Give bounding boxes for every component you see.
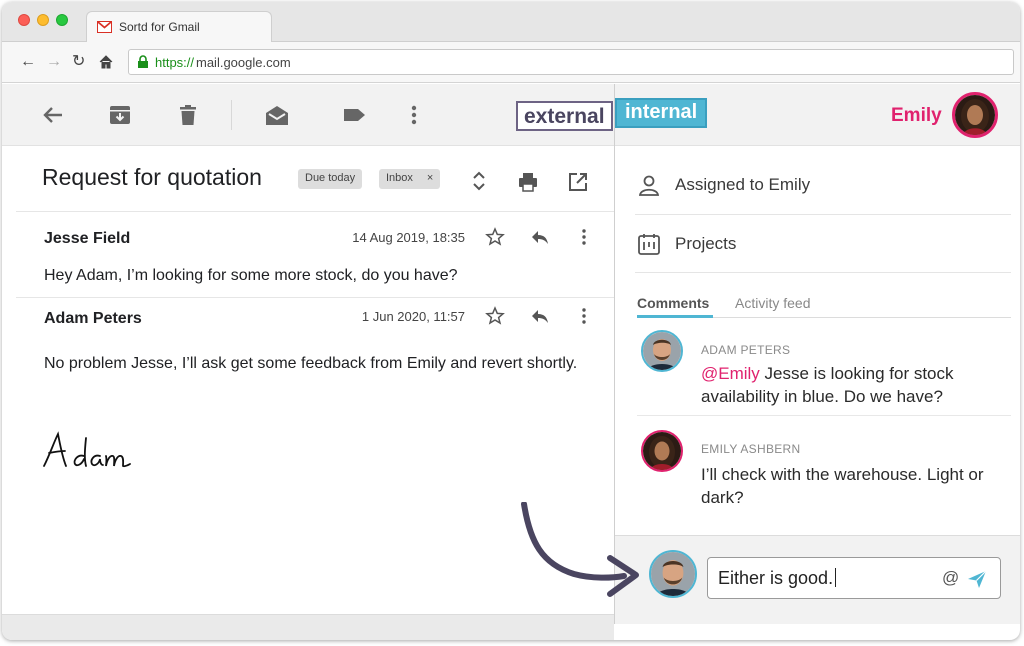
toolbar-divider: [231, 100, 232, 130]
projects-label[interactable]: Projects: [675, 234, 736, 254]
tab-activity-feed[interactable]: Activity feed: [735, 295, 810, 311]
url-host: mail.google.com: [196, 55, 291, 70]
comment-input-value: Either is good.: [718, 568, 837, 589]
star-icon[interactable]: [485, 227, 505, 247]
current-user-name[interactable]: Emily: [891, 105, 942, 127]
due-today-chip[interactable]: Due today: [298, 169, 363, 189]
chip-label: Due today: [305, 172, 356, 184]
handwritten-signature: [43, 431, 131, 468]
url-field[interactable]: https:// mail.google.com: [128, 49, 1014, 75]
comment-body: I’ll check with the warehouse. Light or …: [701, 465, 984, 507]
star-icon[interactable]: [485, 306, 505, 326]
delete-icon[interactable]: [175, 102, 201, 128]
maximize-window-button[interactable]: [56, 14, 68, 26]
assigned-to-label[interactable]: Assigned to Emily: [675, 175, 810, 195]
emily-avatar-image: [643, 432, 681, 470]
mention-button[interactable]: @: [942, 568, 959, 588]
minimize-window-button[interactable]: [37, 14, 49, 26]
label-icon[interactable]: [341, 102, 367, 128]
footer-strip: [2, 614, 614, 640]
user-mention[interactable]: @Emily: [701, 364, 760, 383]
send-icon[interactable]: [966, 568, 988, 590]
curved-arrow-icon: [521, 502, 639, 597]
message-date: 14 Aug 2019, 18:35: [352, 230, 465, 245]
chip-close-icon[interactable]: ×: [427, 172, 433, 184]
url-scheme: https://: [155, 55, 195, 70]
external-label: external: [516, 101, 613, 131]
comment-input[interactable]: Either is good. @: [707, 557, 1001, 599]
sortd-side-panel: Emily Assigned to Emily Projects Comment…: [614, 84, 1020, 624]
adam-avatar-image: [651, 552, 695, 596]
message-sender: Jesse Field: [44, 230, 131, 247]
comment-input-text: Either is good.: [718, 568, 834, 588]
address-bar: ← → ↻ https:// mail.google.com: [2, 42, 1020, 83]
more-vert-icon[interactable]: [401, 102, 427, 128]
panel-divider: [635, 214, 1011, 215]
gmail-icon: [97, 21, 112, 33]
tab-comments[interactable]: Comments: [637, 295, 709, 311]
browser-tab[interactable]: Sortd for Gmail: [86, 11, 272, 43]
more-vert-icon[interactable]: [574, 227, 594, 247]
back-arrow-icon[interactable]: [40, 102, 66, 128]
comment-author: EMILY ASHBERN: [701, 442, 801, 456]
lock-icon: [138, 55, 148, 68]
emily-avatar-image: [955, 95, 995, 135]
comment-divider: [637, 415, 1011, 416]
archive-icon[interactable]: [107, 102, 133, 128]
email-subject: Request for quotation: [42, 164, 262, 190]
message-body: Hey Adam, I’m looking for some more stoc…: [44, 267, 458, 284]
chip-label: Inbox: [386, 172, 413, 184]
adam-avatar-image: [643, 332, 681, 370]
message-body: No problem Jesse, I’ll ask get some feed…: [44, 355, 578, 372]
comment-author: ADAM PETERS: [701, 343, 791, 357]
commenter-avatar: [641, 430, 683, 472]
tab-bar: Sortd for Gmail: [2, 2, 1020, 43]
open-in-new-icon[interactable]: [567, 171, 589, 193]
active-tab-indicator: [637, 315, 713, 318]
forward-icon[interactable]: →: [46, 53, 62, 71]
comment-composer: Either is good. @: [615, 535, 1020, 624]
projects-board-icon: [638, 234, 660, 255]
print-icon[interactable]: [517, 171, 539, 193]
message-date: 1 Jun 2020, 11:57: [361, 309, 465, 324]
comment-text: I’ll check with the warehouse. Light or …: [701, 463, 1001, 509]
person-icon: [638, 175, 660, 196]
back-icon[interactable]: ←: [20, 53, 36, 71]
expand-collapse-icon[interactable]: [468, 170, 490, 192]
tab-title: Sortd for Gmail: [119, 20, 200, 34]
message-sender: Adam Peters: [44, 310, 142, 327]
message-divider: [16, 297, 614, 298]
mark-unread-icon[interactable]: [264, 102, 290, 128]
comment-text: @Emily Jesse is looking for stock availa…: [701, 362, 1001, 408]
text-caret: [835, 568, 837, 587]
close-window-button[interactable]: [18, 14, 30, 26]
reload-icon[interactable]: ↻: [72, 53, 85, 71]
reply-icon[interactable]: [530, 227, 550, 247]
message-divider: [16, 211, 614, 212]
composer-avatar: [649, 550, 697, 598]
inbox-chip[interactable]: Inbox ×: [379, 169, 441, 189]
more-vert-icon[interactable]: [574, 306, 594, 326]
home-icon[interactable]: [98, 54, 114, 70]
internal-label: internal: [615, 98, 708, 128]
panel-divider: [635, 272, 1011, 273]
commenter-avatar: [641, 330, 683, 372]
browser-window: Sortd for Gmail ← → ↻ https:// mail.goog…: [2, 2, 1020, 640]
reply-icon[interactable]: [530, 306, 550, 326]
user-avatar[interactable]: [952, 92, 998, 138]
